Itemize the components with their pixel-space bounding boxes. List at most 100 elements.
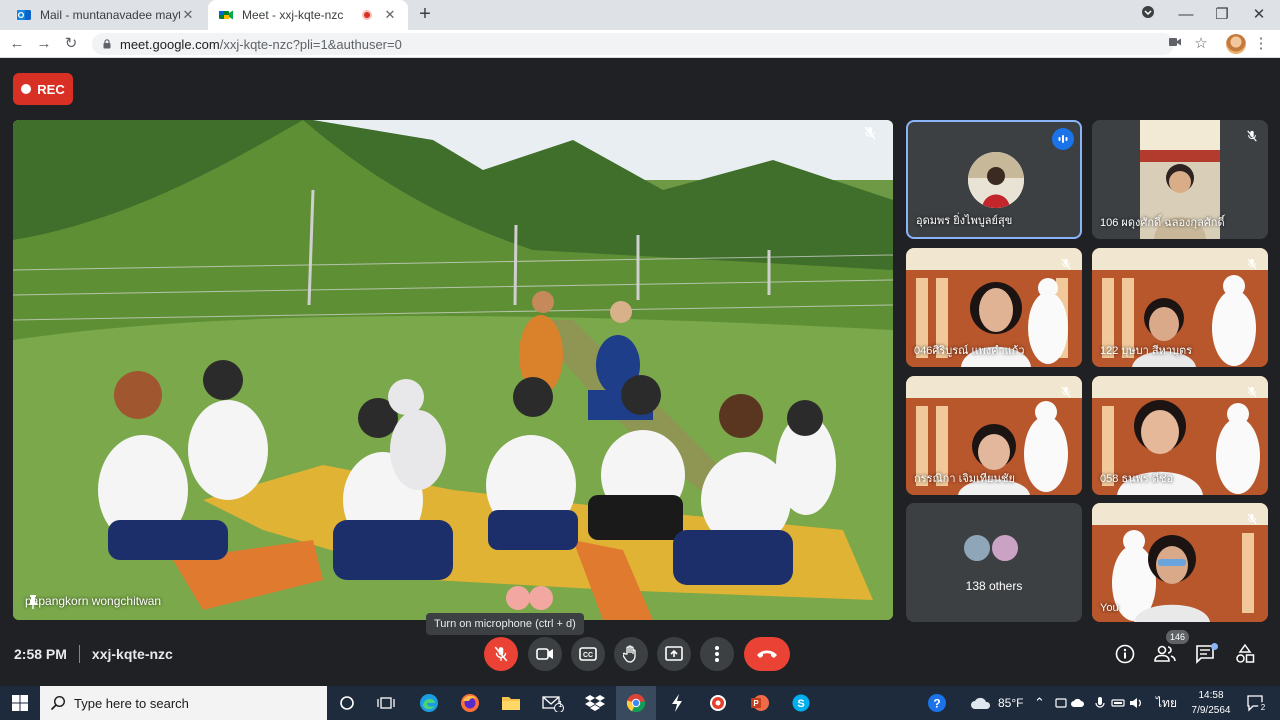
back-arrow-icon[interactable]: ← xyxy=(6,33,28,55)
help-icon[interactable]: ? xyxy=(925,691,949,715)
skype-icon[interactable]: S xyxy=(789,691,813,715)
participant-name-label: papangkorn wongchitwan xyxy=(25,594,162,608)
participant-name-label: 046ศิริบูรณ์ แพงคำแก้ว xyxy=(914,345,1025,357)
tab-close-icon[interactable]: ✕ xyxy=(382,7,398,23)
tray-icons xyxy=(1054,686,1144,720)
record-dot-icon xyxy=(21,84,32,94)
svg-text:P: P xyxy=(753,699,759,708)
participant-name-label: 106 ผดุงศักดิ์ ฉลองกุลศักดิ์ xyxy=(1100,217,1225,229)
phone-hangup-icon xyxy=(757,650,777,658)
weather-widget[interactable]: 85°F xyxy=(970,686,1023,720)
captions-button[interactable]: CC xyxy=(571,637,605,671)
tab-meet[interactable]: Meet - xxj-kqte-nzc ✕ xyxy=(208,0,408,30)
profile-avatar[interactable] xyxy=(1226,34,1246,54)
participant-tile[interactable]: 106 ผดุงศักดิ์ ฉลองกุลศักดิ์ xyxy=(1092,120,1268,239)
taskbar-clock[interactable]: 14:58 7/9/2564 xyxy=(1186,688,1236,718)
activities-button[interactable] xyxy=(1232,641,1258,667)
people-button[interactable] xyxy=(1152,641,1178,667)
avatar xyxy=(990,533,1020,563)
participant-tile[interactable]: 122 บุษบา สีหาบุตร xyxy=(1092,248,1268,367)
camera-in-use-icon[interactable] xyxy=(1164,33,1186,55)
mail-icon[interactable]: 1 xyxy=(541,691,565,715)
people-icon xyxy=(1154,645,1176,662)
url-host: meet.google.com xyxy=(120,36,220,52)
tab-close-icon[interactable]: ✕ xyxy=(180,7,196,23)
divider xyxy=(78,645,80,663)
mail-badge: 1 xyxy=(558,700,563,709)
google-meet-icon xyxy=(219,10,233,20)
participant-tile[interactable]: 058 ธนพร ดีช่อ xyxy=(1092,376,1268,495)
input-language[interactable]: ไทย xyxy=(1156,686,1177,720)
participant-name-label: อุดมพร ยิ่งไพบูลย์สุข xyxy=(916,215,1013,227)
bookmark-star-icon[interactable]: ☆ xyxy=(1190,33,1212,55)
present-screen-button[interactable] xyxy=(657,637,691,671)
screen-recorder-icon[interactable] xyxy=(706,691,730,715)
mic-off-icon xyxy=(863,126,885,148)
powerpoint-icon[interactable]: P xyxy=(748,691,772,715)
mic-off-icon xyxy=(1242,509,1262,529)
mic-off-icon xyxy=(1242,126,1262,146)
tab-search-icon[interactable] xyxy=(1137,4,1159,26)
edge-browser-icon[interactable] xyxy=(417,691,441,715)
meeting-details-button[interactable] xyxy=(1112,641,1138,667)
svg-text:S: S xyxy=(797,698,804,710)
microphone-toggle-button[interactable] xyxy=(484,637,518,671)
chrome-icon[interactable] xyxy=(624,691,648,715)
microphone-tooltip: Turn on microphone (ctrl + d) xyxy=(426,613,584,635)
participant-tile[interactable]: อุดมพร ยิ่งไพบูลย์สุข xyxy=(906,120,1082,239)
raise-hand-button[interactable] xyxy=(614,637,648,671)
notification-count: 2 xyxy=(1258,702,1268,713)
mic-off-icon xyxy=(494,646,508,662)
url-path: /xxj-kqte-nzc?pli=1&authuser=0 xyxy=(219,36,402,52)
present-screen-icon xyxy=(665,646,683,661)
browser-tab-strip: Mail - muntanavadee maytapatta ✕ Meet - … xyxy=(0,0,1280,30)
main-video-tile[interactable]: papangkorn wongchitwan xyxy=(13,120,893,620)
closed-captions-icon: CC xyxy=(579,647,597,661)
close-window-button[interactable]: ✕ xyxy=(1248,4,1270,26)
video-camera-icon xyxy=(536,648,553,660)
cortana-icon[interactable] xyxy=(335,691,359,715)
camera-toggle-button[interactable] xyxy=(528,637,562,671)
dropbox-icon[interactable] xyxy=(583,691,607,715)
avatar xyxy=(962,533,992,563)
task-view-icon[interactable] xyxy=(374,691,398,715)
new-tab-button[interactable]: + xyxy=(414,4,436,26)
notifications-icon[interactable]: 2 xyxy=(1244,691,1268,715)
participant-name-label: กรรณิกา เจิมเทียนชัย xyxy=(914,473,1015,485)
cloud-icon xyxy=(971,697,991,709)
firefox-icon[interactable] xyxy=(458,691,482,715)
activities-icon xyxy=(1236,644,1255,663)
self-tile[interactable]: You xyxy=(1092,503,1268,622)
pin-icon[interactable] xyxy=(25,594,41,610)
tray-chevron-icon[interactable]: ⌃ xyxy=(1034,686,1045,720)
recording-badge[interactable]: REC xyxy=(13,73,73,105)
browser-menu-icon[interactable]: ⋮ xyxy=(1250,33,1272,55)
participant-name-label: You xyxy=(1100,602,1119,614)
minimize-button[interactable]: — xyxy=(1175,4,1197,26)
maximize-button[interactable]: ❐ xyxy=(1211,4,1233,26)
taskbar-search[interactable]: Type here to search xyxy=(40,686,327,720)
weather-temperature: 85°F xyxy=(998,696,1024,710)
others-count-label: 138 others xyxy=(965,579,1023,593)
participant-tile[interactable]: 046ศิริบูรณ์ แพงคำแก้ว xyxy=(906,248,1082,367)
leave-call-button[interactable] xyxy=(744,637,790,671)
tab-mail[interactable]: Mail - muntanavadee maytapatta ✕ xyxy=(6,0,206,30)
reload-icon[interactable]: ↻ xyxy=(60,33,82,55)
file-explorer-icon[interactable] xyxy=(499,691,523,715)
mic-off-icon xyxy=(1242,382,1262,402)
more-options-button[interactable] xyxy=(700,637,734,671)
clock-time: 14:58 xyxy=(1198,690,1224,701)
start-button[interactable] xyxy=(0,686,40,720)
lightning-app-icon[interactable] xyxy=(665,691,689,715)
svg-text:CC: CC xyxy=(583,652,593,659)
meeting-info: 2:58 PM xxj-kqte-nzc xyxy=(14,645,173,663)
meeting-time: 2:58 PM xyxy=(14,646,67,662)
mic-off-icon xyxy=(1242,254,1262,274)
clock-date: 7/9/2564 xyxy=(1191,705,1231,716)
lock-icon xyxy=(103,39,111,49)
others-tile[interactable]: 138 others xyxy=(906,503,1082,622)
participant-tile[interactable]: กรรณิกา เจิมเทียนชัย xyxy=(906,376,1082,495)
forward-arrow-icon[interactable]: → xyxy=(33,33,55,55)
rec-label: REC xyxy=(37,81,65,97)
address-bar[interactable]: meet.google.com/xxj-kqte-nzc?pli=1&authu… xyxy=(92,33,1174,55)
